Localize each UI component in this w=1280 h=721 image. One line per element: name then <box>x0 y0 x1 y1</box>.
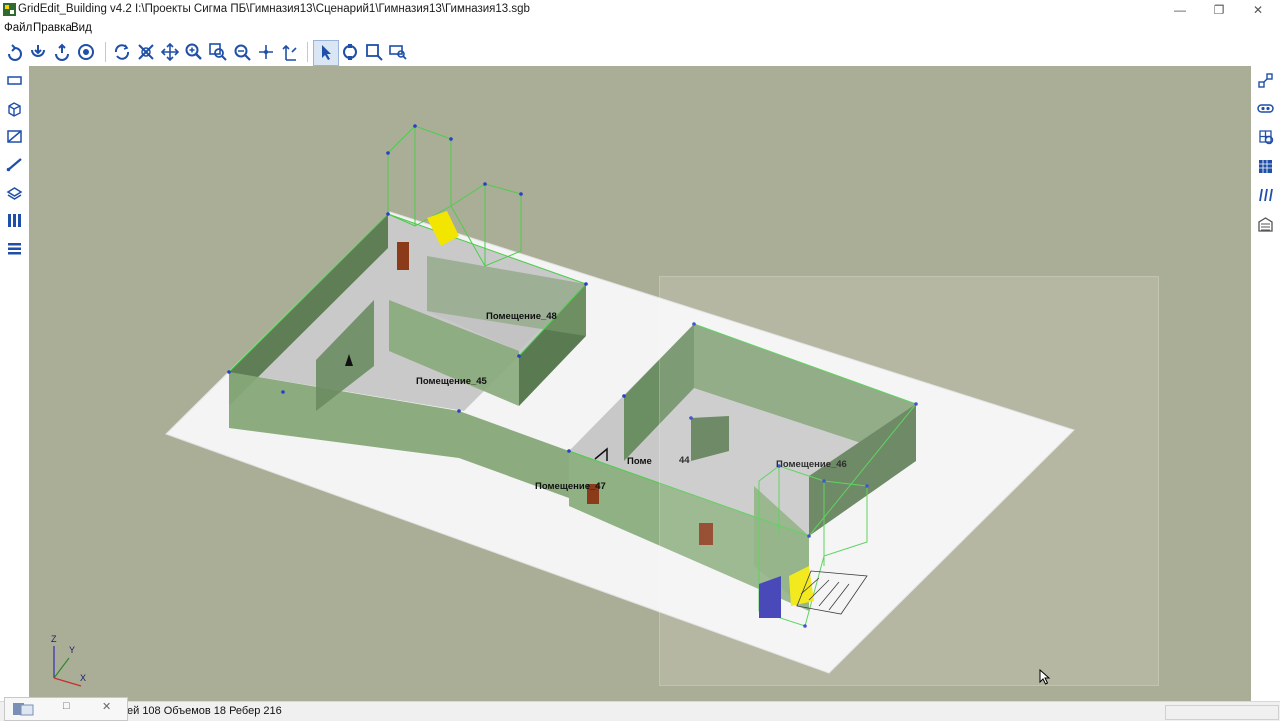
connect-icon[interactable] <box>1257 72 1274 89</box>
volume-icon[interactable] <box>6 100 23 117</box>
3d-viewport[interactable]: Помещение_48 Помещение_45 Помещение_47 П… <box>29 66 1251 701</box>
left-toolbar <box>0 66 29 701</box>
close-button[interactable]: ✕ <box>1238 0 1278 20</box>
select-arrow-icon[interactable] <box>316 42 336 62</box>
move-axes-icon[interactable] <box>256 42 276 62</box>
title-bar: GridEdit_Building v4.2 I:\Проекты Сигма … <box>0 0 1280 20</box>
select-area-icon[interactable] <box>364 42 384 62</box>
room-icon[interactable] <box>6 128 23 145</box>
right-toolbar <box>1251 66 1280 701</box>
mesh-icon[interactable] <box>1257 128 1274 145</box>
axis-x-label: X <box>80 673 87 683</box>
axis-up-icon[interactable] <box>280 42 300 62</box>
axis-z-label: Z <box>51 634 57 644</box>
rectangle-icon[interactable] <box>6 72 23 89</box>
refresh-icon[interactable] <box>112 42 132 62</box>
room-label-45: Помещение_45 <box>416 376 487 387</box>
thumb-close-button[interactable]: ✕ <box>102 700 111 713</box>
app-thumbnail-icon <box>13 703 34 716</box>
door <box>397 242 409 270</box>
toolbar <box>0 38 1280 66</box>
building-icon[interactable] <box>1257 216 1274 233</box>
link-icon[interactable] <box>1257 100 1274 117</box>
menu-view[interactable]: Вид <box>71 22 92 34</box>
mouse-cursor-icon <box>1039 669 1051 685</box>
toolbar-separator <box>105 42 106 62</box>
select-filter-icon[interactable] <box>388 42 408 62</box>
floors-icon[interactable] <box>6 240 23 257</box>
menu-bar: Файл Правка Вид <box>0 20 1280 38</box>
pan-icon[interactable] <box>160 42 180 62</box>
menu-file[interactable]: Файл <box>4 22 32 34</box>
flow-icon[interactable] <box>1257 186 1274 203</box>
zoom-all-icon[interactable] <box>232 42 252 62</box>
window-title: GridEdit_Building v4.2 I:\Проекты Сигма … <box>18 3 530 15</box>
menu-edit[interactable]: Правка <box>33 22 72 34</box>
thumb-maximize-button[interactable]: □ <box>63 700 70 712</box>
taskbar-thumbnail[interactable]: □ ✕ <box>4 697 128 721</box>
orbit-icon[interactable] <box>76 42 96 62</box>
grid-icon[interactable] <box>1257 158 1274 175</box>
stairs-icon[interactable] <box>6 212 23 229</box>
status-bar: ей 108 Объемов 18 Ребер 216 <box>0 701 1280 721</box>
minimize-button[interactable]: — <box>1160 0 1200 20</box>
edge-icon[interactable] <box>6 156 23 173</box>
axis-y-label: Y <box>69 645 76 655</box>
zoom-fit-icon[interactable] <box>136 42 156 62</box>
layers-icon[interactable] <box>6 184 23 201</box>
faded-overlay-dialog <box>659 276 1159 686</box>
zoom-in-icon[interactable] <box>184 42 204 62</box>
zoom-window-icon[interactable] <box>208 42 228 62</box>
room-label-44-part: Поме <box>627 456 652 467</box>
toolbar-separator <box>307 42 308 62</box>
app-icon <box>3 3 16 16</box>
status-counts: ей 108 Объемов 18 Ребер 216 <box>127 705 282 717</box>
rotate-up-icon[interactable] <box>52 42 72 62</box>
select-node-icon[interactable] <box>340 42 360 62</box>
restore-button[interactable]: ❐ <box>1199 0 1239 20</box>
status-panel <box>1165 705 1279 720</box>
room-label-47: Помещение_47 <box>535 481 606 492</box>
rotate-left-icon[interactable] <box>5 42 25 62</box>
room-label-48: Помещение_48 <box>486 311 557 322</box>
rotate-down-icon[interactable] <box>28 42 48 62</box>
